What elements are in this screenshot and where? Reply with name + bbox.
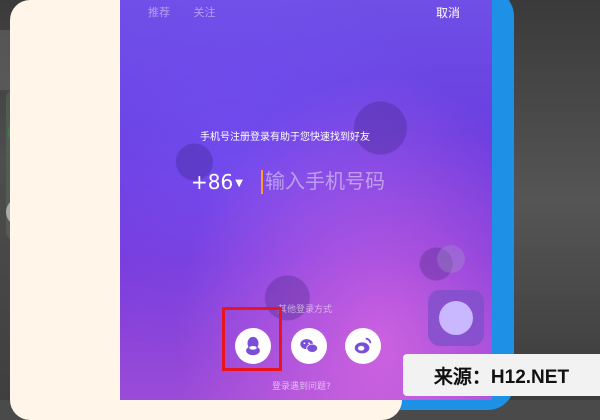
background-right (510, 0, 600, 400)
floating-dot (437, 245, 465, 273)
login-trouble-link[interactable]: 登录遇到问题? (272, 379, 331, 392)
country-code: +86 (191, 170, 234, 194)
country-code-selector[interactable]: +86 ▼ (191, 170, 243, 194)
more-login-methods-label: 其他登录方式 (278, 305, 333, 315)
wechat-login-button[interactable] (291, 328, 327, 364)
wechat-icon (300, 339, 319, 353)
login-hint: 手机号注册登录有助于您快速找到好友 (200, 132, 370, 143)
watermark: 来源：H12.NET (403, 354, 600, 396)
phone-input[interactable] (265, 166, 485, 196)
cancel-button[interactable]: 取消 (436, 4, 460, 21)
top-tabs: 推荐 关注 (148, 4, 236, 20)
tab-recommend[interactable]: 推荐 (148, 6, 170, 19)
highlight-box (222, 307, 282, 371)
tab-following[interactable]: 关注 (194, 6, 216, 19)
assistive-touch-button[interactable] (428, 290, 484, 346)
text-cursor (261, 170, 263, 194)
caret-down-icon: ▼ (235, 178, 243, 189)
weibo-login-button[interactable] (345, 328, 381, 364)
weibo-icon (354, 337, 372, 354)
